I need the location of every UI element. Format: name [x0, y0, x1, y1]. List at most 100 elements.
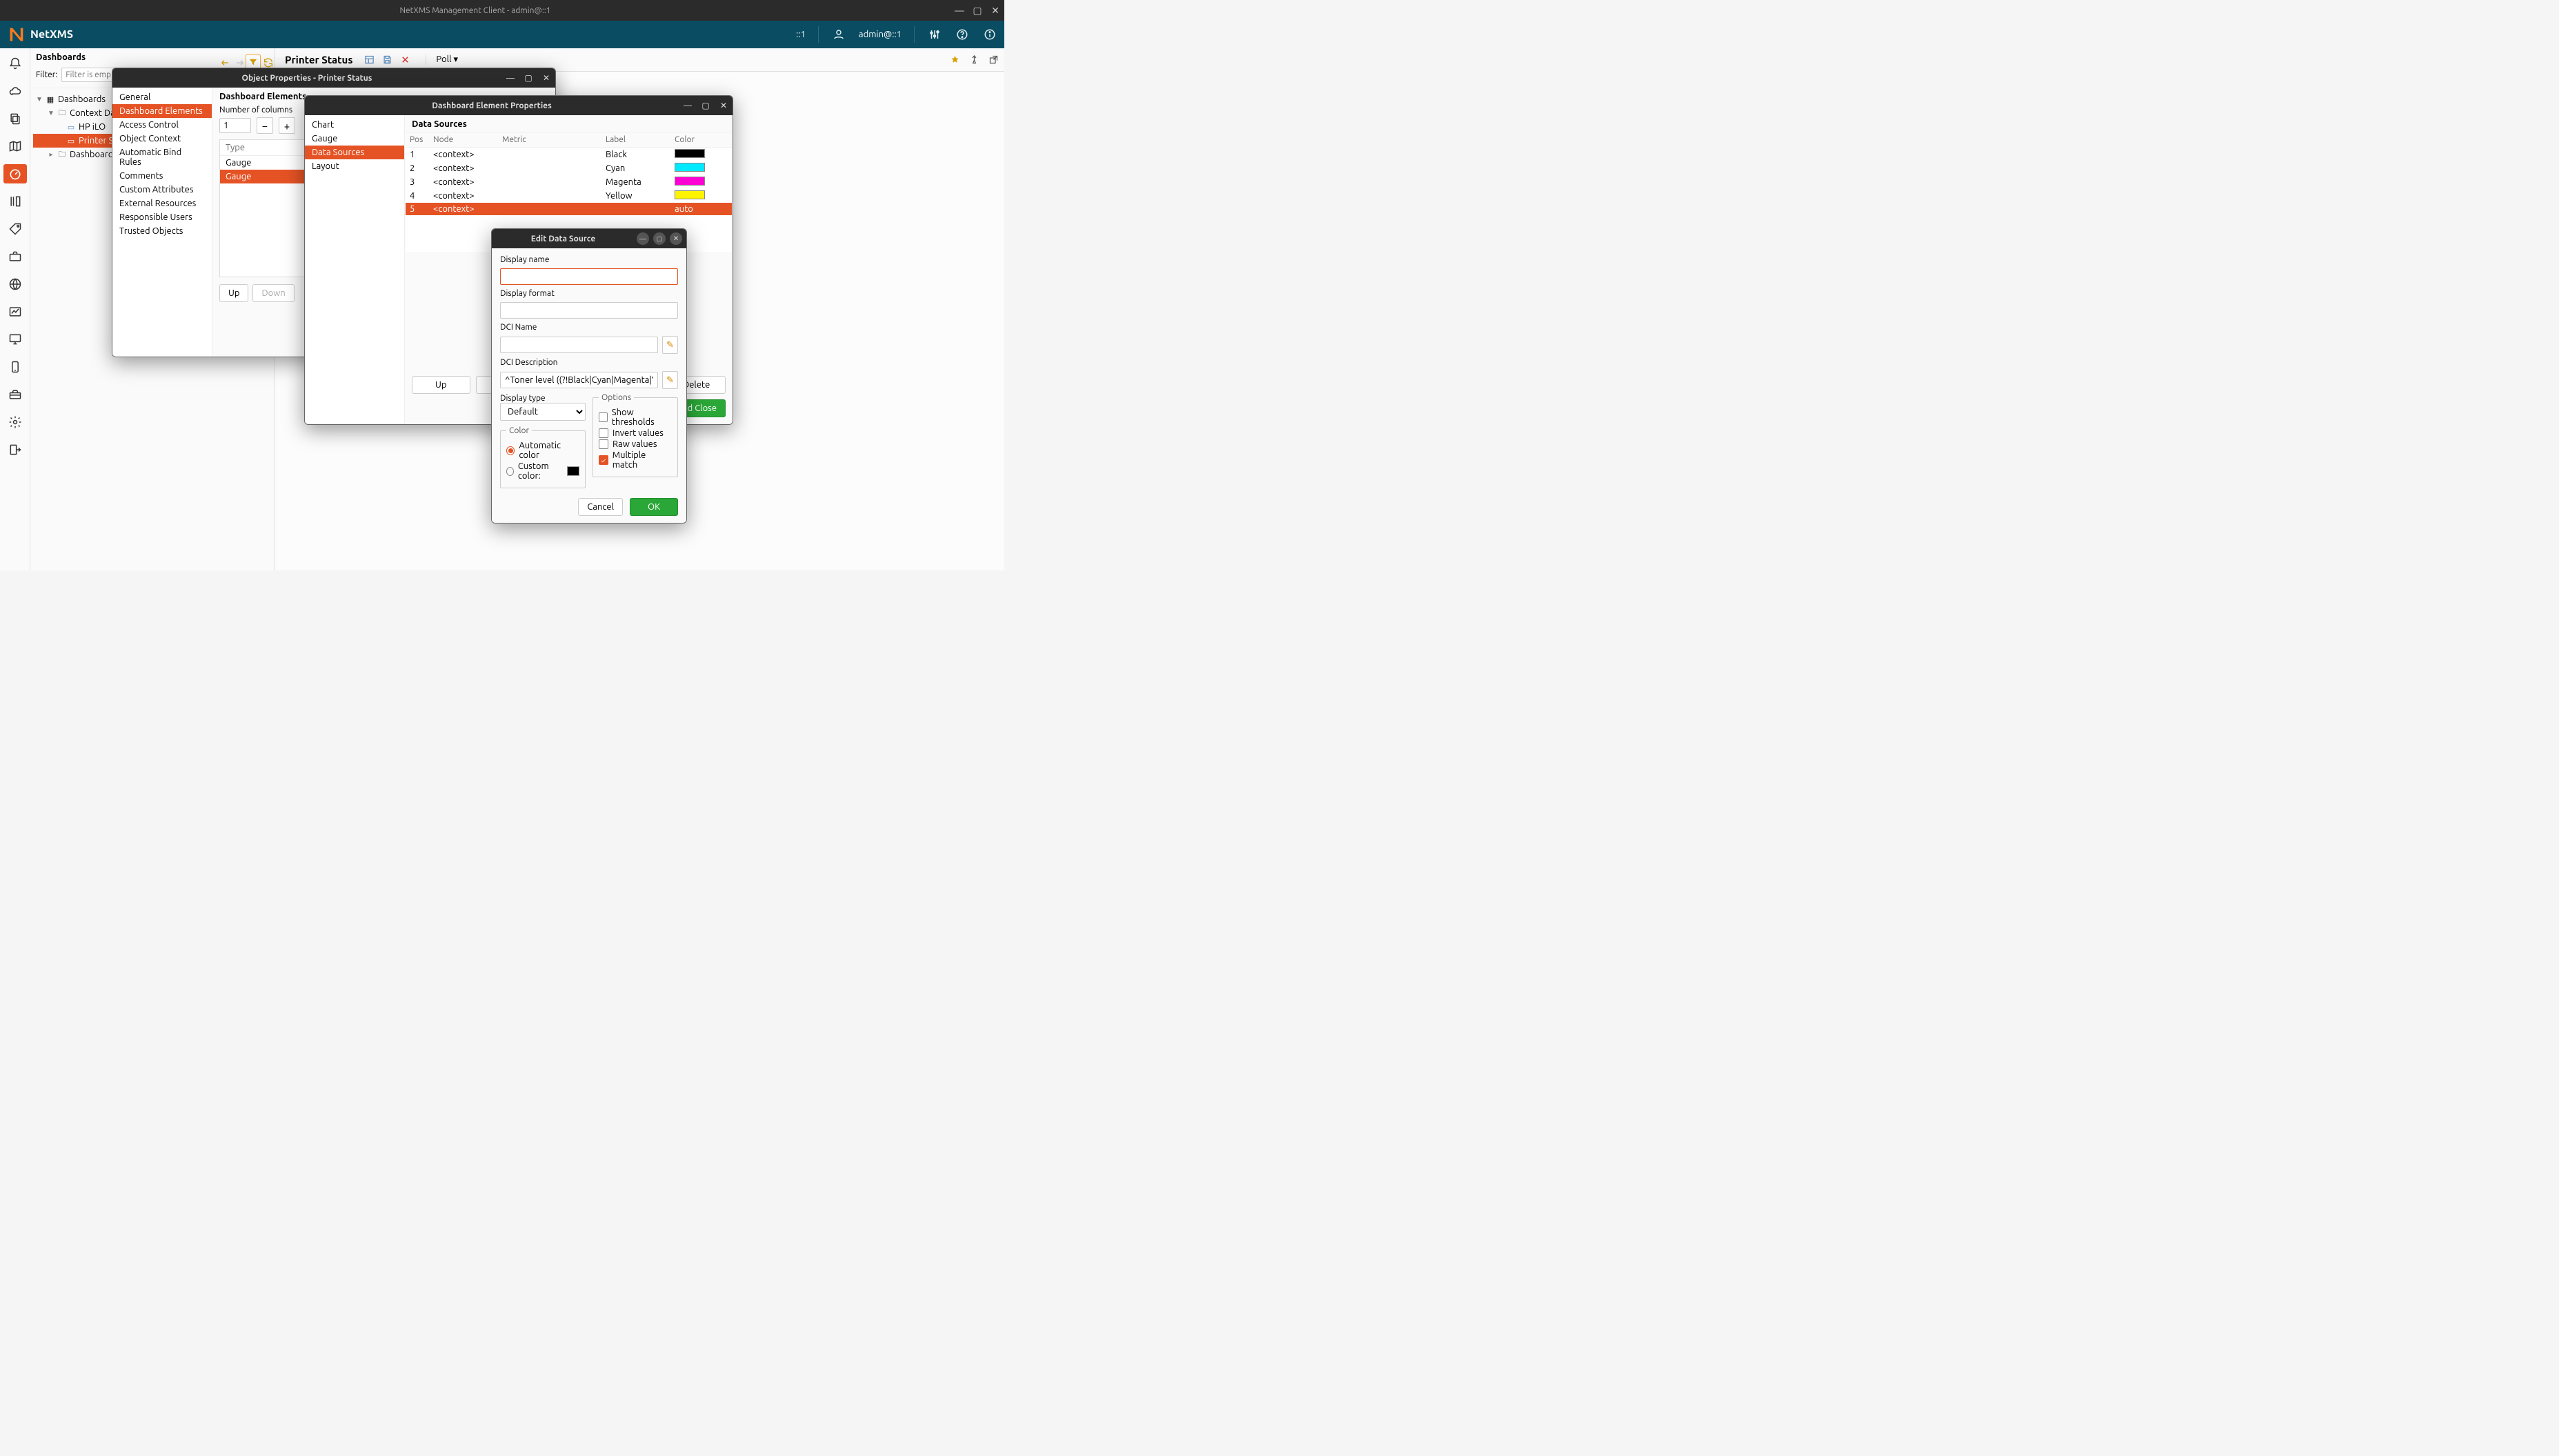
- dci-name-label: DCI Name: [500, 323, 678, 332]
- rail-templates-icon[interactable]: [3, 192, 27, 211]
- ds-row[interactable]: 1<context>Black: [406, 148, 732, 162]
- dci-name-input[interactable]: [500, 337, 658, 353]
- tree-dash2[interactable]: Dashboards: [70, 150, 117, 159]
- filter-label: Filter:: [36, 70, 57, 79]
- col-label[interactable]: Label: [601, 132, 670, 148]
- radio-auto-color[interactable]: [506, 446, 515, 455]
- rail-globe-icon[interactable]: [3, 275, 27, 294]
- ncols-input[interactable]: [219, 118, 251, 133]
- os-close-button[interactable]: ✕: [986, 1, 1004, 19]
- pin-icon[interactable]: [967, 53, 981, 67]
- nav-comments[interactable]: Comments: [112, 169, 212, 183]
- dci-desc-wand-icon[interactable]: ✎: [662, 371, 678, 389]
- nav-custom[interactable]: Custom Attributes: [112, 183, 212, 197]
- chk-raw[interactable]: [599, 439, 608, 449]
- enav-gauge[interactable]: Gauge: [305, 132, 404, 146]
- ds-up[interactable]: Up: [412, 376, 470, 394]
- rail-tag-icon[interactable]: [3, 219, 27, 239]
- poll-menu[interactable]: Poll ▾: [426, 54, 458, 65]
- rail-dashboard-icon[interactable]: [3, 164, 27, 183]
- display-format-input[interactable]: [500, 302, 678, 319]
- eds-title: Edit Data Source: [492, 235, 635, 243]
- user-label[interactable]: admin@::1: [859, 30, 902, 39]
- chk-invert[interactable]: [599, 428, 608, 438]
- objprops-maximize[interactable]: ▢: [519, 69, 537, 87]
- elemprops-minimize[interactable]: —: [679, 97, 697, 114]
- rail-gear-icon[interactable]: [3, 412, 27, 432]
- lbl-multi: Multiple match: [613, 450, 672, 470]
- ds-row[interactable]: 3<context>Magenta: [406, 175, 732, 189]
- left-rail: [0, 48, 30, 570]
- eds-ok-button[interactable]: OK: [630, 498, 678, 516]
- objprops-minimize[interactable]: —: [501, 69, 519, 87]
- ncols-plus[interactable]: +: [279, 117, 295, 134]
- enav-ds[interactable]: Data Sources: [305, 146, 404, 159]
- help-icon[interactable]: [955, 27, 970, 42]
- nav-bind[interactable]: Automatic Bind Rules: [112, 146, 212, 169]
- rail-cloud-icon[interactable]: [3, 81, 27, 101]
- layout-icon[interactable]: [362, 53, 376, 67]
- chk-thresholds[interactable]: [599, 412, 608, 422]
- os-maximize-button[interactable]: ▢: [968, 1, 986, 19]
- color-swatch: [675, 149, 705, 158]
- col-color[interactable]: Color: [670, 132, 732, 148]
- nav-general[interactable]: General: [112, 90, 212, 104]
- dci-name-wand-icon[interactable]: ✎: [662, 336, 678, 354]
- ds-row[interactable]: 2<context>Cyan: [406, 161, 732, 175]
- rail-exit-icon[interactable]: [3, 440, 27, 459]
- radio-custom-color[interactable]: [506, 467, 514, 476]
- nav-resp[interactable]: Responsible Users: [112, 210, 212, 224]
- eds-close[interactable]: ✕: [670, 232, 682, 245]
- eds-minimize[interactable]: —: [637, 232, 649, 245]
- save-icon[interactable]: [380, 53, 394, 67]
- rail-monitor-icon[interactable]: [3, 330, 27, 349]
- move-up-button[interactable]: Up: [219, 284, 248, 302]
- move-down-button[interactable]: Down: [252, 284, 294, 302]
- ds-row[interactable]: 4<context>Yellow: [406, 189, 732, 203]
- enav-chart[interactable]: Chart: [305, 118, 404, 132]
- settings-sliders-icon[interactable]: [927, 27, 942, 42]
- dci-desc-input[interactable]: [500, 372, 658, 388]
- tree-root[interactable]: Dashboards: [58, 94, 106, 104]
- tab-title: Printer Status: [285, 54, 352, 66]
- elemprops-close[interactable]: ✕: [715, 97, 733, 114]
- ds-row[interactable]: 5<context>auto: [406, 203, 732, 215]
- chk-multi[interactable]: ✓: [599, 455, 608, 465]
- rail-mobile-icon[interactable]: [3, 357, 27, 377]
- rail-chart-icon[interactable]: [3, 302, 27, 321]
- tree-hp[interactable]: HP iLO: [79, 122, 106, 132]
- rail-copy-icon[interactable]: [3, 109, 27, 128]
- rail-toolbox-icon[interactable]: [3, 385, 27, 404]
- col-metric[interactable]: Metric: [498, 132, 601, 148]
- ds-table[interactable]: Pos Node Metric Label Color 1<context>Bl…: [406, 132, 732, 215]
- star-pin-icon[interactable]: [948, 53, 962, 67]
- ncols-minus[interactable]: −: [257, 117, 273, 134]
- col-pos[interactable]: Pos: [406, 132, 429, 148]
- nav-dashboard-elements[interactable]: Dashboard Elements: [112, 104, 212, 118]
- rail-map-icon[interactable]: [3, 137, 27, 156]
- eds-maximize[interactable]: ▢: [653, 232, 666, 245]
- display-name-input[interactable]: [500, 268, 678, 285]
- nav-context[interactable]: Object Context: [112, 132, 212, 146]
- eds-cancel-button[interactable]: Cancel: [578, 498, 623, 516]
- nav-trusted[interactable]: Trusted Objects: [112, 224, 212, 238]
- color-legend: Color: [506, 426, 532, 435]
- col-node[interactable]: Node: [429, 132, 498, 148]
- rail-briefcase-icon[interactable]: [3, 247, 27, 266]
- nav-ext[interactable]: External Resources: [112, 197, 212, 210]
- color-chip[interactable]: [567, 466, 579, 476]
- display-name-label: Display name: [500, 255, 678, 264]
- info-icon[interactable]: [982, 27, 997, 42]
- popout-icon[interactable]: [986, 53, 1000, 67]
- nav-access[interactable]: Access Control: [112, 118, 212, 132]
- enav-layout[interactable]: Layout: [305, 159, 404, 173]
- rail-alarm-icon[interactable]: [3, 54, 27, 73]
- os-minimize-button[interactable]: —: [950, 1, 968, 19]
- delete-icon[interactable]: [398, 53, 412, 67]
- objprops-close[interactable]: ✕: [537, 69, 555, 87]
- objprops-title: Object Properties - Printer Status: [112, 74, 501, 83]
- objprops-nav: General Dashboard Elements Access Contro…: [112, 88, 212, 357]
- elemprops-maximize[interactable]: ▢: [697, 97, 715, 114]
- type-header[interactable]: Type: [226, 143, 245, 152]
- display-type-select[interactable]: Default: [500, 403, 586, 421]
